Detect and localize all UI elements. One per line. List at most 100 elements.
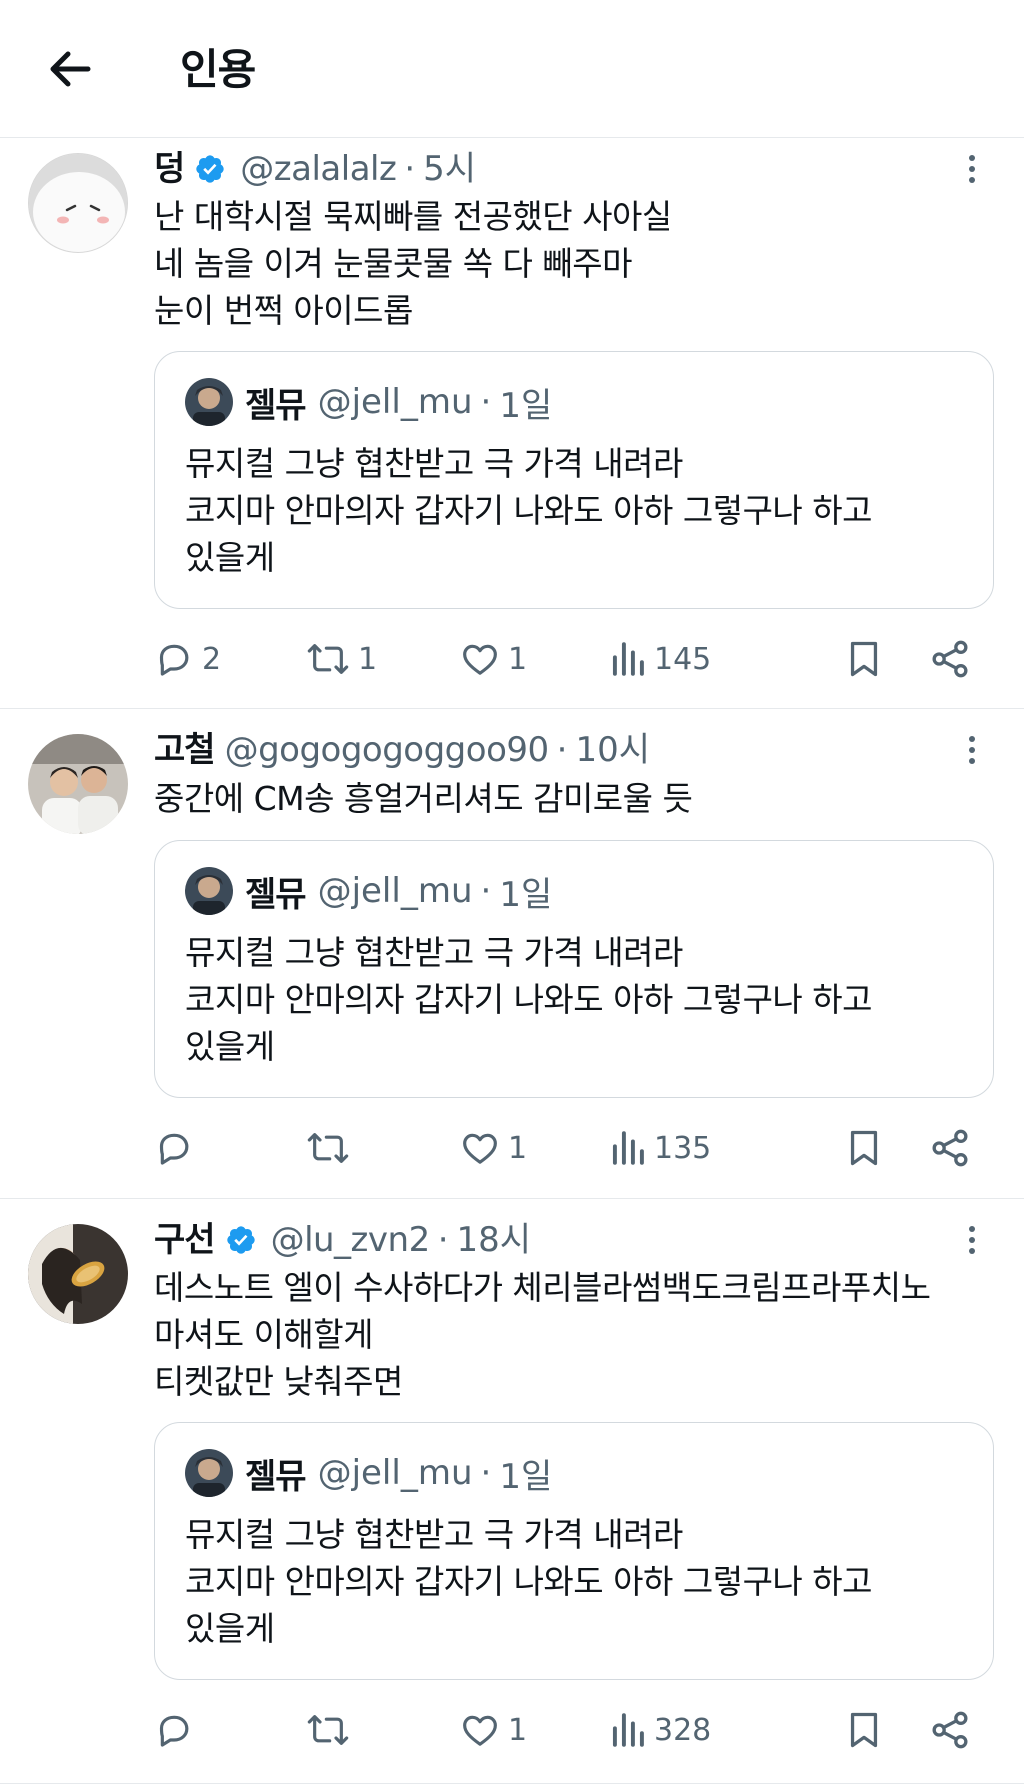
- verified-badge-icon: [194, 153, 226, 185]
- more-dot-icon: [969, 177, 975, 183]
- more-dot-icon: [969, 758, 975, 764]
- verified-badge-icon: [225, 1224, 257, 1256]
- quoted-line: 있을게: [185, 1609, 275, 1648]
- quoted-display-name: 젤뮤: [245, 385, 307, 426]
- avatar-photo-image: [28, 734, 128, 834]
- views-chart-icon: [612, 642, 644, 676]
- heart-icon: [463, 644, 497, 675]
- more-dot-icon: [969, 747, 975, 753]
- quoted-tweet-header: 젤뮤 @jell_mu · 1일: [185, 1447, 552, 1499]
- reply-icon: [159, 644, 189, 676]
- share-button[interactable]: [930, 631, 970, 687]
- quoted-tweet-text: 뮤지컬 그냥 협찬받고 극 가격 내려라 코지마 안마의자 갑자기 나와도 아하…: [185, 929, 873, 1070]
- like-count: 1: [508, 1130, 528, 1166]
- quoted-line: 뮤지컬 그냥 협찬받고 극 가격 내려라: [185, 1515, 683, 1554]
- views-button[interactable]: 145: [610, 631, 711, 687]
- quoted-tweet-text: 뮤지컬 그냥 협찬받고 극 가격 내려라 코지마 안마의자 갑자기 나와도 아하…: [185, 440, 873, 581]
- quoted-tweet-text: 뮤지컬 그냥 협찬받고 극 가격 내려라 코지마 안마의자 갑자기 나와도 아하…: [185, 1511, 873, 1652]
- reply-icon: [159, 1715, 189, 1747]
- tweet-line: 데스노트 엘이 수사하다가 체리블라썸백도크림프라푸치노: [154, 1268, 931, 1307]
- quoted-user-handle: @jell_mu: [317, 871, 473, 911]
- tweet-line: 난 대학시절 묵찌빠를 전공했단 사아실: [154, 197, 672, 236]
- more-options-button[interactable]: [960, 728, 984, 772]
- user-handle[interactable]: @gogogogoggoo90: [225, 728, 550, 772]
- separator-dot: ·: [480, 871, 492, 911]
- tweet-item[interactable]: 구선 @lu_zvn2 · 18시 데스노트 엘이 수사하다가 체리블라썸백도크…: [0, 1200, 1024, 1784]
- bookmark-button[interactable]: [846, 631, 882, 687]
- tweet-header: 구선 @lu_zvn2 · 18시: [154, 1218, 531, 1262]
- quoted-avatar: [185, 1449, 233, 1497]
- bookmark-icon: [850, 1130, 878, 1166]
- quoted-line: 뮤지컬 그냥 협찬받고 극 가격 내려라: [185, 444, 683, 483]
- views-chart-icon: [612, 1131, 644, 1165]
- retweet-icon: [307, 1715, 349, 1745]
- heart-icon: [463, 1133, 497, 1164]
- quoted-line: 코지마 안마의자 갑자기 나와도 아하 그렇구나 하고: [185, 1562, 873, 1601]
- share-button[interactable]: [930, 1120, 970, 1176]
- quoted-avatar-image: [185, 1449, 233, 1497]
- like-button[interactable]: 1: [460, 631, 527, 687]
- tweet-line: 눈이 번쩍 아이드롭: [154, 291, 413, 330]
- avatar[interactable]: [28, 153, 128, 253]
- views-button[interactable]: 328: [610, 1702, 711, 1758]
- like-button[interactable]: 1: [460, 1702, 527, 1758]
- tweet-header: 덩 @zalalalz · 5시: [154, 147, 476, 191]
- more-dot-icon: [969, 166, 975, 172]
- reply-button[interactable]: [154, 1702, 202, 1758]
- share-icon: [932, 1711, 968, 1749]
- quoted-timestamp: 1일: [499, 385, 553, 426]
- back-arrow-icon: [50, 51, 91, 87]
- more-dot-icon: [969, 155, 975, 161]
- quoted-timestamp: 1일: [499, 1456, 553, 1497]
- user-handle[interactable]: @zalalalz: [240, 147, 397, 191]
- quoted-tweet-card[interactable]: 젤뮤 @jell_mu · 1일 뮤지컬 그냥 협찬받고 극 가격 내려라 코지…: [154, 1422, 994, 1680]
- tweet-item[interactable]: 덩 @zalalalz · 5시 난 대학시절 묵찌빠를 전공했단 사아실 네 …: [0, 139, 1024, 709]
- retweet-button[interactable]: 1: [306, 631, 377, 687]
- tweet-item[interactable]: 고철 @gogogogoggoo90 · 10시 중간에 CM송 흥얼거리셔도 …: [0, 710, 1024, 1199]
- bookmark-button[interactable]: [846, 1120, 882, 1176]
- share-button[interactable]: [930, 1702, 970, 1758]
- avatar[interactable]: [28, 1224, 128, 1324]
- timestamp[interactable]: 18시: [457, 1218, 532, 1262]
- quoted-tweet-card[interactable]: 젤뮤 @jell_mu · 1일 뮤지컬 그냥 협찬받고 극 가격 내려라 코지…: [154, 840, 994, 1098]
- avatar[interactable]: [28, 734, 128, 834]
- quoted-tweet-header: 젤뮤 @jell_mu · 1일: [185, 376, 552, 428]
- action-bar: 1 328: [154, 1702, 994, 1758]
- quoted-line: 있을게: [185, 538, 275, 577]
- tweet-line: 마셔도 이해할게: [154, 1315, 374, 1354]
- quoted-tweet-card[interactable]: 젤뮤 @jell_mu · 1일 뮤지컬 그냥 협찬받고 극 가격 내려라 코지…: [154, 351, 994, 609]
- retweet-button[interactable]: [306, 1702, 358, 1758]
- more-options-button[interactable]: [960, 1218, 984, 1262]
- quoted-user-handle: @jell_mu: [317, 1453, 473, 1493]
- reply-button[interactable]: 2: [154, 631, 221, 687]
- quoted-avatar-image: [185, 867, 233, 915]
- quoted-avatar-image: [185, 378, 233, 426]
- timestamp[interactable]: 10시: [575, 728, 650, 772]
- tweet-text: 데스노트 엘이 수사하다가 체리블라썸백도크림프라푸치노 마셔도 이해할게 티켓…: [154, 1264, 984, 1405]
- more-dot-icon: [969, 1226, 975, 1232]
- tweet-header: 고철 @gogogogoggoo90 · 10시: [154, 728, 650, 772]
- reply-button[interactable]: [154, 1120, 202, 1176]
- bookmark-icon: [850, 1712, 878, 1748]
- views-button[interactable]: 135: [610, 1120, 711, 1176]
- timestamp[interactable]: 5시: [423, 147, 476, 191]
- quoted-line: 있을게: [185, 1027, 275, 1066]
- more-options-button[interactable]: [960, 147, 984, 191]
- bookmark-icon: [850, 641, 878, 677]
- reply-icon: [159, 1133, 189, 1165]
- display-name[interactable]: 구선: [154, 1218, 216, 1262]
- like-count: 1: [508, 1712, 528, 1748]
- retweet-button[interactable]: [306, 1120, 358, 1176]
- back-button[interactable]: [40, 44, 100, 94]
- user-handle[interactable]: @lu_zvn2: [271, 1218, 431, 1262]
- like-button[interactable]: 1: [460, 1120, 527, 1176]
- separator-dot: ·: [480, 1453, 492, 1493]
- action-bar: 2 1 1 145: [154, 631, 994, 687]
- bookmark-button[interactable]: [846, 1702, 882, 1758]
- avatar-face-image: [29, 154, 127, 252]
- display-name[interactable]: 덩: [154, 147, 185, 191]
- tweet-line: 네 놈을 이겨 눈물콧물 쏙 다 빼주마: [154, 244, 632, 283]
- quoted-avatar: [185, 867, 233, 915]
- separator-dot: ·: [437, 1220, 449, 1260]
- display-name[interactable]: 고철: [154, 728, 216, 772]
